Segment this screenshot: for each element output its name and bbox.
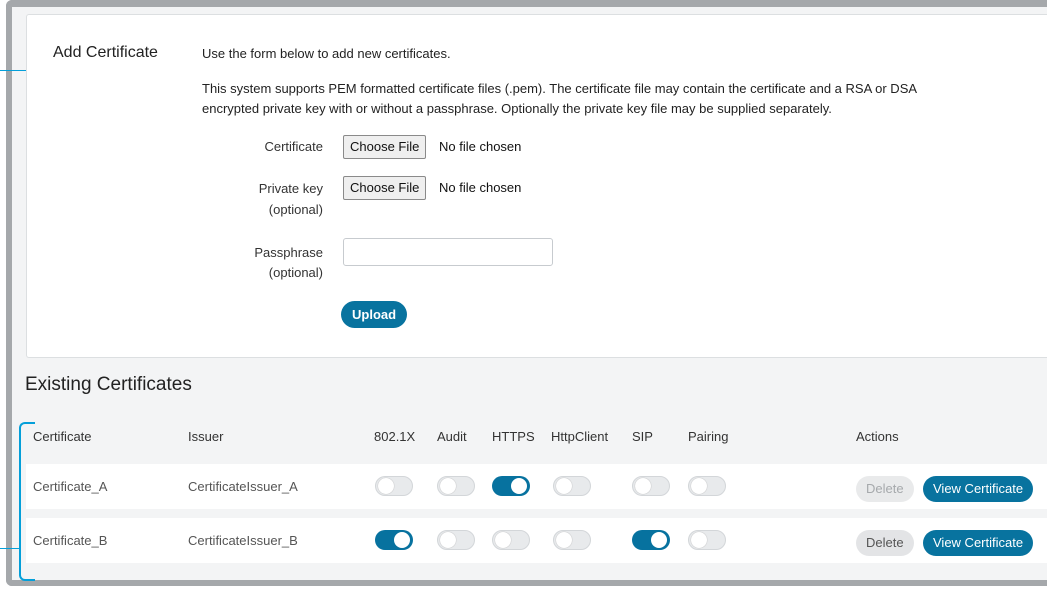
issuer-name: CertificateIssuer_A [188,479,298,494]
column-header-https: HTTPS [492,429,535,444]
toggle-https[interactable] [492,476,530,496]
certificate-name: Certificate_B [33,533,108,548]
toggle-802-1x[interactable] [375,530,413,550]
toggle-sip[interactable] [632,476,670,496]
private-key-file-status: No file chosen [439,180,522,195]
toggle-pairing[interactable] [688,530,726,550]
add-certificate-title: Add Certificate [53,44,158,61]
add-certificate-intro: Use the form below to add new certificat… [202,46,451,61]
certificate-choose-file-button[interactable]: Choose File [343,135,427,159]
view-certificate-button[interactable]: View Certificate [923,530,1034,556]
add-certificate-desc-line1: This system supports PEM formatted certi… [202,81,918,96]
private-key-choose-file-button[interactable]: Choose File [343,176,427,200]
column-header-httpclient: HttpClient [551,429,609,444]
existing-certificates-title: Existing Certificates [25,374,192,395]
add-certificate-panel [26,14,1047,358]
column-header-802-1x: 802.1X [374,429,416,444]
column-header-audit: Audit [437,429,467,444]
toggle-audit[interactable] [437,530,475,550]
toggle-pairing[interactable] [688,476,726,496]
add-certificate-desc-line2: encrypted private key with or without a … [202,101,832,116]
toggle-802-1x[interactable] [375,476,413,496]
column-header-certificate: Certificate [33,429,92,444]
passphrase-input[interactable] [343,238,553,266]
toggle-httpclient[interactable] [553,530,591,550]
column-header-pairing: Pairing [688,429,729,444]
column-header-issuer: Issuer [188,429,224,444]
certificate-label: Certificate [264,139,323,154]
delete-button[interactable]: Delete [856,530,914,556]
toggle-sip[interactable] [632,530,670,550]
view-certificate-button[interactable]: View Certificate [923,476,1034,502]
certificate-name: Certificate_A [33,479,108,494]
toggle-audit[interactable] [437,476,475,496]
private-key-optional-label: (optional) [268,202,323,217]
certificate-file-status: No file chosen [439,139,522,154]
table-row: Certificate_B CertificateIssuer_B Delete… [26,518,1047,563]
toggle-httpclient[interactable] [553,476,591,496]
upload-button[interactable]: Upload [341,301,408,328]
private-key-label: Private key [258,181,323,196]
issuer-name: CertificateIssuer_B [188,533,298,548]
delete-button[interactable]: Delete [856,476,914,502]
toggle-https[interactable] [492,530,530,550]
table-row: Certificate_A CertificateIssuer_A Delete… [26,464,1047,509]
column-header-actions: Actions [856,429,899,444]
passphrase-optional-label: (optional) [268,265,323,280]
column-header-sip: SIP [632,429,653,444]
passphrase-label: Passphrase [254,245,323,260]
callout-line-existing [0,548,20,549]
